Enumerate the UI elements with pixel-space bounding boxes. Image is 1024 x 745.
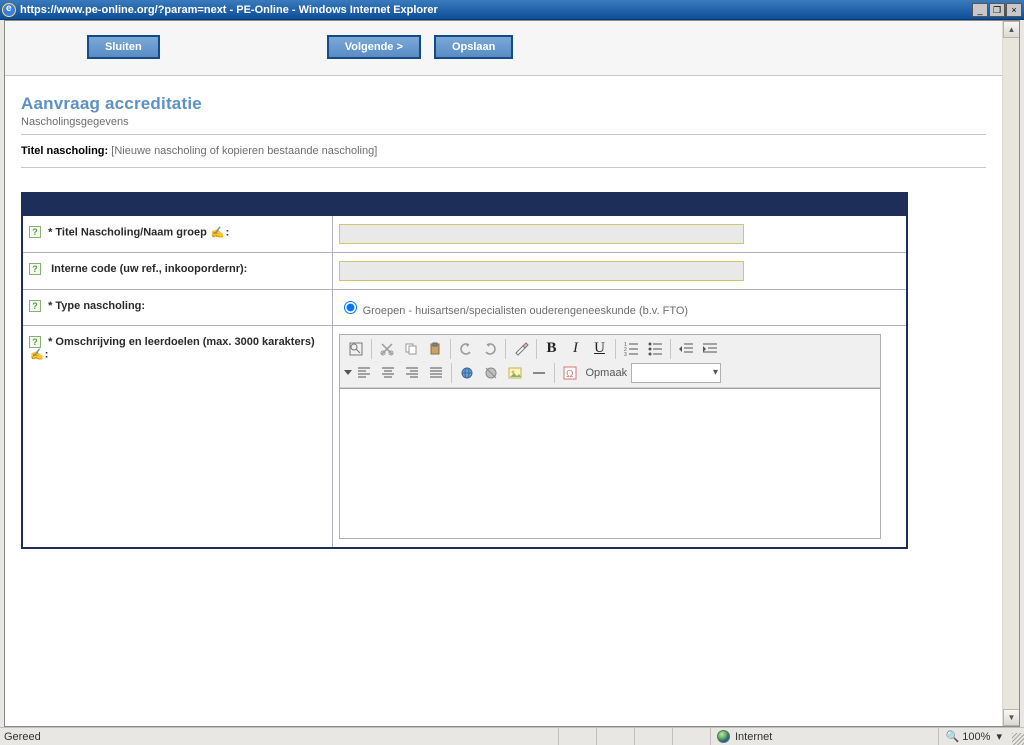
- label-description: Omschrijving en leerdoelen (max. 3000 ka…: [55, 336, 314, 348]
- rte-unlink-icon[interactable]: [479, 362, 503, 384]
- action-toolbar: Sluiten Volgende > Opslaan: [5, 21, 1002, 76]
- rte-indent-icon[interactable]: [698, 338, 722, 360]
- window-restore-button[interactable]: ❐: [989, 3, 1005, 17]
- row-internal-code: ? Interne code (uw ref., inkoopordernr):: [22, 252, 907, 289]
- rte-align-left-icon[interactable]: [352, 362, 376, 384]
- status-segment: [558, 728, 596, 745]
- spellcheck-icon[interactable]: ✍: [211, 226, 225, 239]
- zoom-control[interactable]: 🔍 100% ▾: [938, 728, 1008, 745]
- rte-image-icon[interactable]: [503, 362, 527, 384]
- close-button[interactable]: Sluiten: [87, 35, 160, 59]
- status-segment: [596, 728, 634, 745]
- rte-toolbar: B I U 123: [340, 335, 880, 388]
- window-titlebar: https://www.pe-online.org/?param=next - …: [0, 0, 1024, 20]
- zoom-value: 100%: [962, 731, 990, 743]
- rte-underline-button[interactable]: U: [588, 338, 612, 360]
- rte-link-icon[interactable]: [455, 362, 479, 384]
- zone-label: Internet: [735, 731, 772, 743]
- rte-unordered-list-icon[interactable]: [643, 338, 667, 360]
- status-bar: Gereed Internet 🔍 100% ▾: [0, 727, 1024, 745]
- status-text: Gereed: [0, 731, 558, 743]
- security-zone: Internet: [710, 728, 920, 745]
- rte-format-select[interactable]: [631, 363, 721, 383]
- label-type: Type nascholing:: [55, 300, 145, 312]
- row-description: ? * Omschrijving en leerdoelen (max. 300…: [22, 325, 907, 548]
- type-radio[interactable]: [344, 301, 357, 314]
- rte-source-icon[interactable]: [344, 338, 368, 360]
- breadcrumb-label: Titel nascholing:: [21, 145, 108, 157]
- rte-ordered-list-icon[interactable]: 123: [619, 338, 643, 360]
- row-title: ? * Titel Nascholing/Naam groep ✍:: [22, 215, 907, 252]
- form-table: ? * Titel Nascholing/Naam groep ✍: ? Int…: [21, 192, 908, 549]
- resize-grip[interactable]: [1008, 728, 1024, 745]
- rte-special-char-icon[interactable]: Ω: [558, 362, 582, 384]
- status-segment: [634, 728, 672, 745]
- internal-code-input[interactable]: [339, 261, 744, 281]
- help-icon[interactable]: ?: [29, 226, 41, 238]
- window-minimize-button[interactable]: _: [972, 3, 988, 17]
- rte-collapse-handle[interactable]: [344, 370, 352, 375]
- required-mark: *: [48, 336, 52, 348]
- rich-text-editor: B I U 123: [339, 334, 881, 539]
- help-icon[interactable]: ?: [29, 336, 41, 348]
- window-close-button[interactable]: ×: [1006, 3, 1022, 17]
- section-header: Aanvraag accreditatie Nascholingsgegeven…: [21, 94, 986, 135]
- rte-format-label: Opmaak: [586, 367, 628, 379]
- browser-viewport: Sluiten Volgende > Opslaan Aanvraag accr…: [4, 20, 1020, 727]
- rte-paste-icon[interactable]: [423, 338, 447, 360]
- help-icon[interactable]: ?: [29, 300, 41, 312]
- label-title: Titel Nascholing/Naam groep: [55, 226, 206, 238]
- rte-outdent-icon[interactable]: [674, 338, 698, 360]
- rte-bold-button[interactable]: B: [540, 338, 564, 360]
- svg-text:3: 3: [624, 352, 627, 357]
- scroll-down-button[interactable]: ▼: [1003, 709, 1020, 726]
- zoom-icon: 🔍: [945, 730, 959, 743]
- scroll-up-button[interactable]: ▲: [1003, 21, 1020, 38]
- svg-text:Ω: Ω: [566, 369, 574, 380]
- page-content: Sluiten Volgende > Opslaan Aanvraag accr…: [5, 21, 1002, 726]
- rte-italic-button[interactable]: I: [564, 338, 588, 360]
- rte-undo-icon[interactable]: [454, 338, 478, 360]
- breadcrumb-value: [Nieuwe nascholing of kopieren bestaande…: [111, 145, 377, 157]
- rte-copy-icon[interactable]: [399, 338, 423, 360]
- next-button[interactable]: Volgende >: [327, 35, 421, 59]
- rte-removeformat-icon[interactable]: [509, 338, 533, 360]
- ie-icon: [2, 3, 16, 17]
- page-subtitle: Nascholingsgegevens: [21, 116, 986, 128]
- rte-align-center-icon[interactable]: [376, 362, 400, 384]
- required-mark: *: [48, 300, 52, 312]
- title-input[interactable]: [339, 224, 744, 244]
- rte-textarea[interactable]: [340, 388, 880, 538]
- globe-icon: [717, 730, 730, 743]
- help-icon[interactable]: ?: [29, 263, 41, 275]
- rte-hr-icon[interactable]: [527, 362, 551, 384]
- rte-align-right-icon[interactable]: [400, 362, 424, 384]
- status-segment: [672, 728, 710, 745]
- page-title: Aanvraag accreditatie: [21, 94, 986, 114]
- window-title: https://www.pe-online.org/?param=next - …: [20, 4, 971, 16]
- rte-redo-icon[interactable]: [478, 338, 502, 360]
- rte-cut-icon[interactable]: [375, 338, 399, 360]
- breadcrumb: Titel nascholing: [Nieuwe nascholing of …: [21, 145, 986, 168]
- save-button[interactable]: Opslaan: [434, 35, 513, 59]
- type-option-label: Groepen - huisartsen/specialisten oudere…: [363, 305, 689, 317]
- label-code: Interne code (uw ref., inkoopordernr):: [51, 263, 247, 275]
- required-mark: *: [48, 226, 52, 238]
- row-type: ? * Type nascholing: Groepen - huisartse…: [22, 289, 907, 325]
- rte-align-justify-icon[interactable]: [424, 362, 448, 384]
- spellcheck-icon[interactable]: ✍: [30, 348, 44, 361]
- vertical-scrollbar[interactable]: ▲ ▼: [1002, 21, 1019, 726]
